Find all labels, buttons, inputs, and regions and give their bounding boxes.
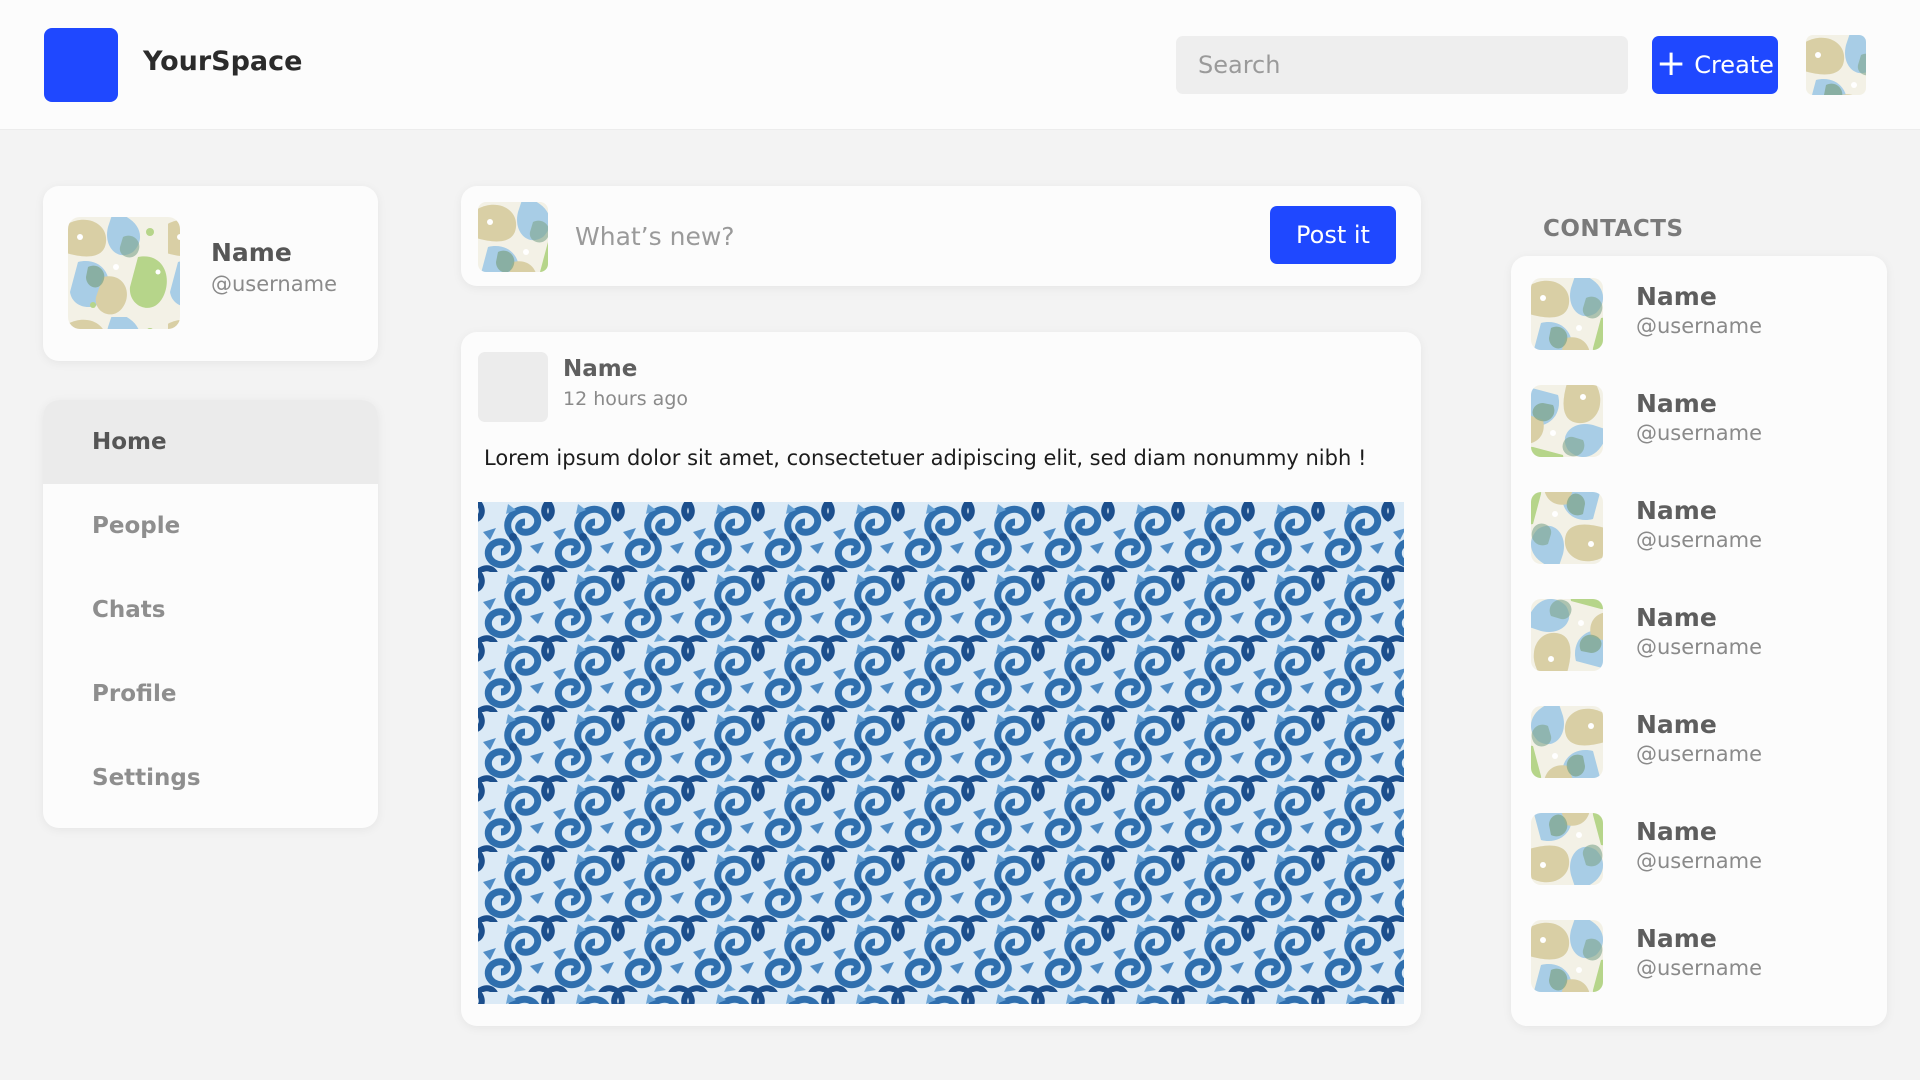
contact-name: Name — [1636, 282, 1717, 311]
feed-post: Name 12 hours ago Lorem ipsum dolor sit … — [461, 332, 1421, 1026]
contact-item[interactable]: Name @username — [1511, 684, 1887, 791]
post-composer: Post it — [461, 186, 1421, 286]
nav-item-settings[interactable]: Settings — [43, 736, 378, 820]
contact-avatar — [1531, 599, 1603, 671]
contact-name: Name — [1636, 496, 1717, 525]
contact-avatar — [1531, 278, 1603, 350]
contact-username: @username — [1636, 956, 1762, 980]
brand-name: YourSpace — [143, 46, 303, 77]
post-button[interactable]: Post it — [1270, 206, 1396, 264]
contact-avatar — [1531, 492, 1603, 564]
contact-item[interactable]: Name @username — [1511, 898, 1887, 1005]
profile-username: @username — [211, 272, 337, 296]
contact-name: Name — [1636, 603, 1717, 632]
contact-item[interactable]: Name @username — [1511, 577, 1887, 684]
create-button-label: Create — [1694, 51, 1774, 79]
profile-card[interactable]: Name @username — [43, 186, 378, 361]
contact-name: Name — [1636, 924, 1717, 953]
contacts-list: Name @username Name @username Name @user… — [1511, 256, 1887, 1026]
contact-avatar — [1531, 385, 1603, 457]
contact-avatar — [1531, 706, 1603, 778]
nav-item-label: Settings — [92, 765, 201, 791]
contact-item[interactable]: Name @username — [1511, 256, 1887, 363]
post-author-avatar[interactable] — [478, 352, 548, 422]
post-author-name[interactable]: Name — [563, 356, 637, 382]
create-button[interactable]: + Create — [1652, 36, 1778, 94]
nav-item-chats[interactable]: Chats — [43, 568, 378, 652]
composer-input[interactable] — [573, 210, 1173, 262]
nav-item-people[interactable]: People — [43, 484, 378, 568]
user-avatar[interactable] — [1806, 35, 1866, 95]
contact-avatar — [1531, 813, 1603, 885]
profile-name: Name — [211, 238, 292, 267]
contact-name: Name — [1636, 817, 1717, 846]
contact-username: @username — [1636, 742, 1762, 766]
nav-item-label: Profile — [92, 681, 177, 707]
contact-username: @username — [1636, 849, 1762, 873]
contact-username: @username — [1636, 314, 1762, 338]
contacts-heading: CONTACTS — [1543, 216, 1684, 242]
composer-avatar — [478, 202, 548, 272]
contact-name: Name — [1636, 389, 1717, 418]
logo[interactable] — [44, 28, 118, 102]
contact-avatar — [1531, 920, 1603, 992]
post-text: Lorem ipsum dolor sit amet, consectetuer… — [484, 446, 1367, 470]
plus-icon: + — [1656, 42, 1687, 84]
contact-item[interactable]: Name @username — [1511, 470, 1887, 577]
contact-item[interactable]: Name @username — [1511, 363, 1887, 470]
post-image[interactable] — [478, 502, 1404, 1004]
nav-item-label: Home — [92, 429, 167, 455]
contact-username: @username — [1636, 635, 1762, 659]
search-input[interactable] — [1176, 36, 1628, 94]
post-timestamp: 12 hours ago — [563, 388, 689, 410]
nav-item-profile[interactable]: Profile — [43, 652, 378, 736]
nav-item-label: Chats — [92, 597, 166, 623]
profile-avatar — [68, 217, 180, 329]
contact-username: @username — [1636, 421, 1762, 445]
nav-item-home[interactable]: Home — [43, 400, 378, 484]
contact-name: Name — [1636, 710, 1717, 739]
nav-item-label: People — [92, 513, 181, 539]
sidebar-nav: Home People Chats Profile Settings — [43, 400, 378, 828]
contact-item[interactable]: Name @username — [1511, 791, 1887, 898]
contact-username: @username — [1636, 528, 1762, 552]
top-bar: YourSpace + Create — [0, 0, 1920, 130]
